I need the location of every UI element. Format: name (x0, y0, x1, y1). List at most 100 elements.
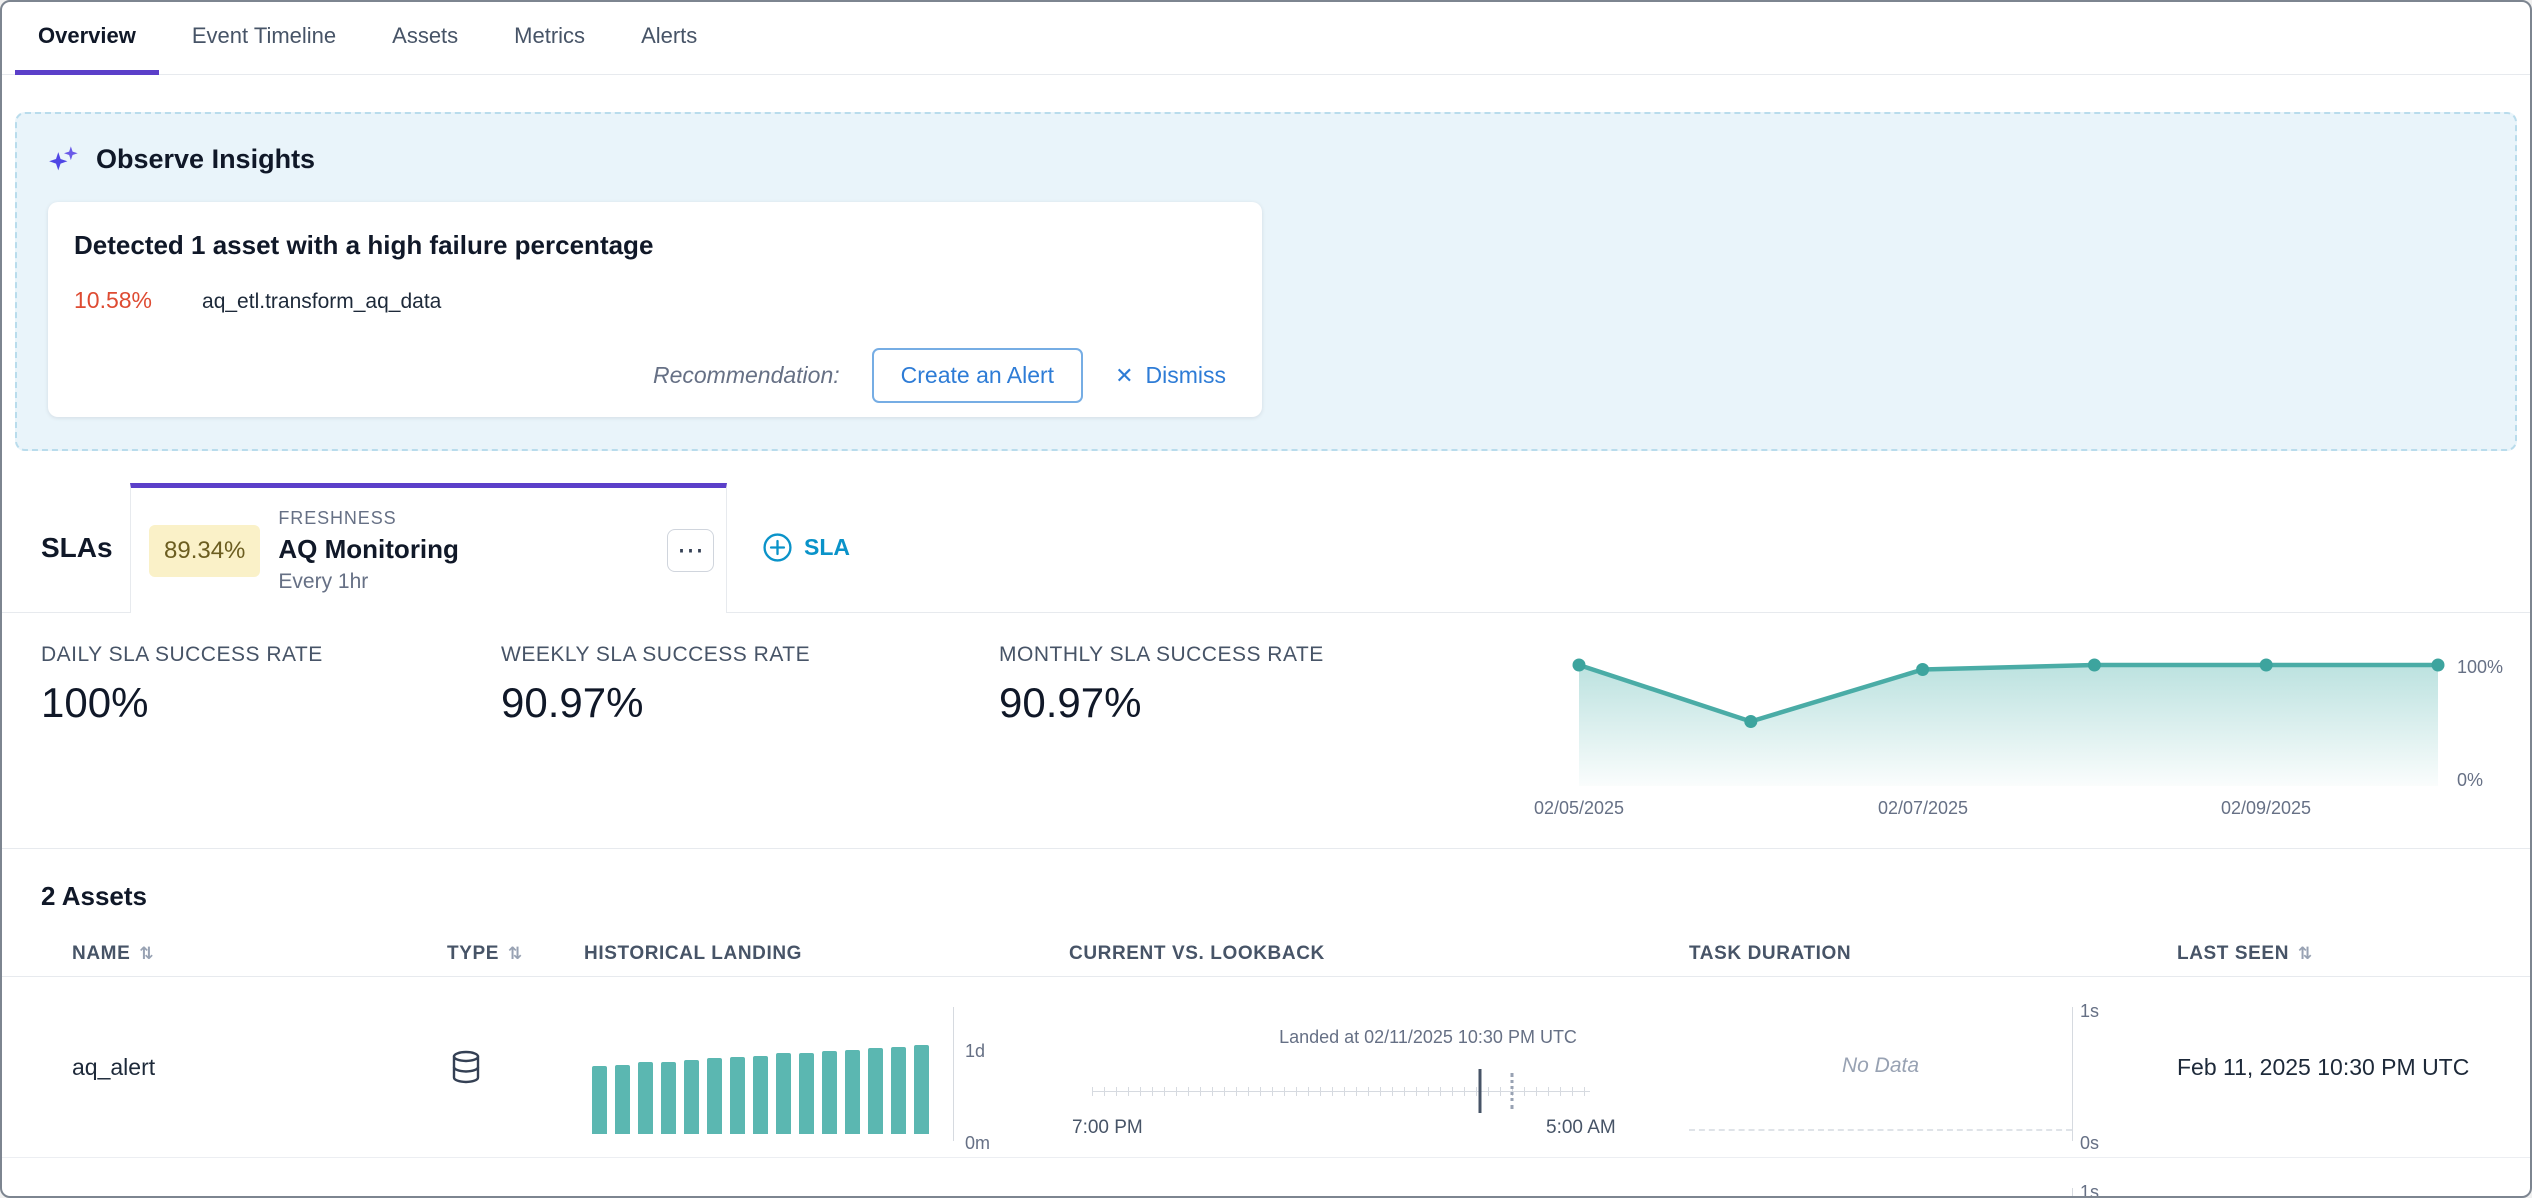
no-data-label: No Data (1842, 1054, 1919, 1078)
insights-title: Observe Insights (96, 144, 315, 175)
timeline-start-label: 7:00 PM (1072, 1117, 1143, 1139)
sort-icon: ⇅ (508, 944, 523, 964)
sort-icon: ⇅ (2298, 944, 2313, 964)
landing-bar (661, 1062, 676, 1134)
column-label: TASK DURATION (1689, 943, 1851, 965)
last-seen-cell: Feb 11, 2025 10:30 PM UTC (2146, 977, 2491, 1157)
column-header-historical-landing: HISTORICAL LANDING (553, 943, 1038, 965)
sla-tabs-row: SLAs 89.34% FRESHNESS AQ Monitoring Ever… (2, 483, 2530, 613)
stat-value: 90.97% (501, 679, 999, 727)
y-axis-max-label: 1s (2080, 1001, 2099, 1022)
asset-name-cell (41, 1158, 416, 1198)
sla-info: FRESHNESS AQ Monitoring Every 1hr (278, 508, 459, 594)
sla-schedule: Every 1hr (278, 570, 459, 594)
landing-bar (730, 1057, 745, 1134)
sla-tab-aq-monitoring[interactable]: 89.34% FRESHNESS AQ Monitoring Every 1hr… (130, 483, 727, 613)
stat-label: MONTHLY SLA SUCCESS RATE (999, 643, 1507, 667)
current-vs-lookback-cell: Landed at 02/11/2025 10:30 PM UTC 7:00 P… (1038, 977, 1658, 1157)
x-tick-label: 02/09/2025 (2221, 798, 2311, 819)
landing-bar (822, 1051, 837, 1134)
assets-section: 2 Assets NAME ⇅ TYPE ⇅ HISTORICAL LANDIN… (2, 848, 2530, 1198)
landing-bar (914, 1045, 929, 1134)
top-tabbar: Overview Event Timeline Assets Metrics A… (2, 2, 2530, 75)
y-axis-line (2072, 1007, 2073, 1141)
y-axis-max-label: 1d (965, 1041, 985, 1062)
close-icon: ✕ (1115, 363, 1133, 389)
asset-type-cell (416, 977, 553, 1157)
column-label: CURRENT VS. LOOKBACK (1069, 943, 1325, 965)
column-header-name[interactable]: NAME ⇅ (41, 943, 416, 965)
task-duration-cell: No Data 1s 0s (1658, 977, 2146, 1157)
y-axis-min-label: 0m (965, 1133, 990, 1154)
landing-bar (868, 1048, 883, 1134)
tab-assets[interactable]: Assets (369, 2, 481, 75)
landing-bar (799, 1053, 814, 1134)
y-axis-min-label: 0s (2080, 1133, 2099, 1154)
tab-alerts[interactable]: Alerts (618, 2, 720, 75)
x-tick-label: 02/07/2025 (1878, 798, 1968, 819)
column-label: TYPE (447, 943, 499, 965)
landing-bar (776, 1053, 791, 1134)
lookback-track (1092, 1091, 1590, 1092)
dismiss-button[interactable]: ✕ Dismiss (1115, 362, 1226, 389)
sort-icon: ⇅ (139, 944, 154, 964)
timeline-end-label: 5:00 AM (1546, 1117, 1616, 1139)
y-axis-line (953, 1007, 954, 1141)
sla-menu-button[interactable]: ⋯ (667, 529, 714, 572)
landing-bar (845, 1050, 860, 1134)
task-duration-plot: No Data (1689, 1003, 2072, 1131)
column-label: LAST SEEN (2177, 943, 2289, 965)
landed-marker (1479, 1069, 1482, 1113)
last-seen-cell (2146, 1158, 2491, 1198)
y-axis-max-label: 1s (2080, 1182, 2099, 1198)
sla-type-label: FRESHNESS (278, 508, 459, 529)
sla-stats-row: DAILY SLA SUCCESS RATE 100% WEEKLY SLA S… (2, 613, 2530, 848)
tab-event-timeline[interactable]: Event Timeline (169, 2, 359, 75)
slas-section-label: SLAs (2, 483, 130, 612)
column-header-task-duration: TASK DURATION (1658, 943, 2146, 965)
landing-bar (753, 1056, 768, 1134)
column-label: NAME (72, 943, 130, 965)
insight-card: Detected 1 asset with a high failure per… (48, 202, 1262, 417)
tab-metrics[interactable]: Metrics (491, 2, 608, 75)
historical-landing-cell (553, 1158, 1038, 1198)
stat-label: DAILY SLA SUCCESS RATE (41, 643, 501, 667)
table-row[interactable]: 1s (2, 1158, 2530, 1198)
observe-dashboard: Overview Event Timeline Assets Metrics A… (0, 0, 2532, 1198)
plus-circle-icon (762, 532, 793, 563)
x-tick-label: 02/05/2025 (1534, 798, 1624, 819)
column-header-type[interactable]: TYPE ⇅ (416, 943, 553, 965)
landing-bar (707, 1058, 722, 1134)
sla-success-chart: 100% 0% 02/05/2025 02/07/2025 02/09/2025 (1546, 613, 2531, 848)
create-alert-button[interactable]: Create an Alert (872, 348, 1083, 403)
expected-marker (1510, 1073, 1513, 1109)
tab-overview[interactable]: Overview (15, 2, 159, 75)
ellipsis-icon: ⋯ (677, 537, 704, 564)
insights-header: Observe Insights (48, 142, 2515, 176)
y-axis-line (2072, 1188, 2073, 1198)
landing-bar (684, 1060, 699, 1134)
landing-bar (891, 1047, 906, 1134)
add-sla-label: SLA (804, 534, 850, 561)
recommendation-label: Recommendation: (653, 362, 840, 389)
stat-label: WEEKLY SLA SUCCESS RATE (501, 643, 999, 667)
landing-bar (638, 1062, 653, 1134)
assets-count: 2 Assets (41, 881, 2530, 911)
sparkle-icon (48, 143, 80, 175)
assets-table-header: NAME ⇅ TYPE ⇅ HISTORICAL LANDING CURRENT… (2, 931, 2530, 977)
dismiss-label: Dismiss (1146, 362, 1227, 389)
failure-percentage: 10.58% (74, 287, 152, 314)
column-label: HISTORICAL LANDING (584, 943, 802, 965)
daily-success-stat: DAILY SLA SUCCESS RATE 100% (2, 613, 501, 848)
add-sla-button[interactable]: SLA (762, 483, 850, 612)
column-header-last-seen[interactable]: LAST SEEN ⇅ (2146, 943, 2491, 965)
table-row[interactable]: aq_alert 1d 0m Landed at 02/11/2025 10:3… (2, 977, 2530, 1158)
monthly-success-stat: MONTHLY SLA SUCCESS RATE 90.97% (999, 613, 1507, 848)
y-axis-max-label: 100% (2457, 657, 2503, 678)
sla-name: AQ Monitoring (278, 534, 459, 565)
landed-annotation: Landed at 02/11/2025 10:30 PM UTC (1279, 1027, 1577, 1048)
sla-success-badge: 89.34% (149, 525, 260, 577)
database-icon (448, 1048, 484, 1086)
landing-bar (592, 1066, 607, 1134)
asset-name-cell: aq_alert (41, 977, 416, 1157)
